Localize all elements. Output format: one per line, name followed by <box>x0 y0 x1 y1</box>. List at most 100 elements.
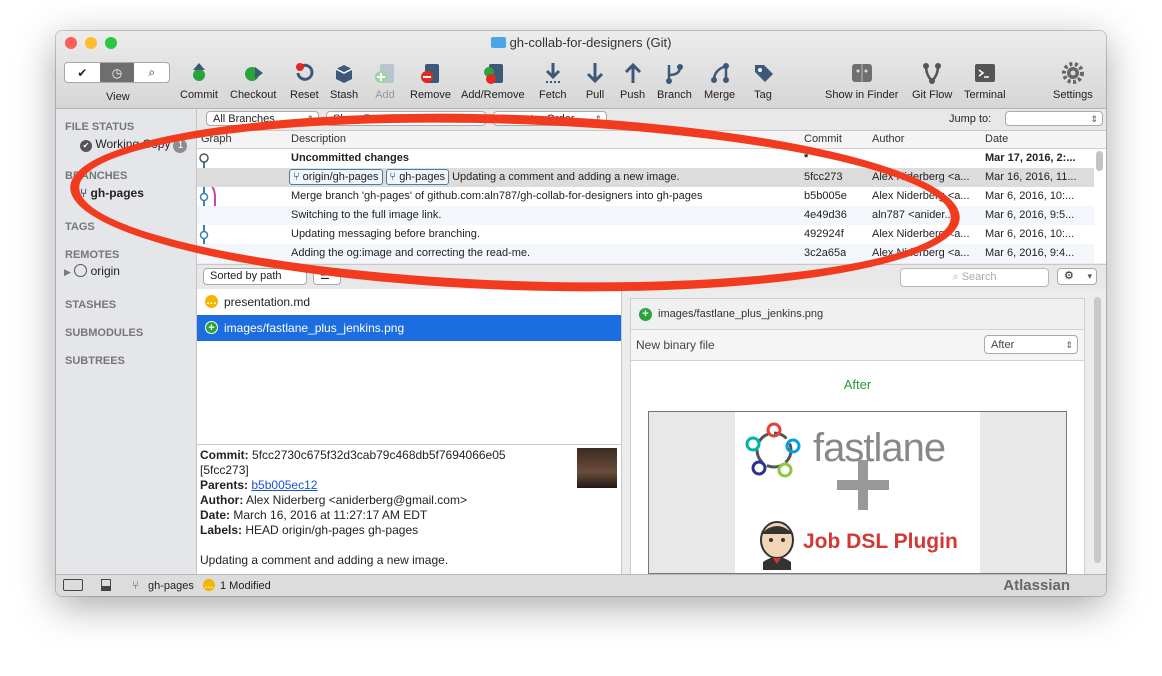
globe-icon <box>74 264 88 277</box>
actions-menu-button[interactable]: ⚙ ▾ <box>1057 268 1097 285</box>
updown-chevron-icon: ⇕ <box>306 114 314 124</box>
window-title: gh-collab-for-designers (Git) <box>56 35 1106 50</box>
author-column-header[interactable]: Author <box>872 133 904 145</box>
date-column-header[interactable]: Date <box>985 133 1008 145</box>
sidebar-heading-stashes: STASHES <box>65 299 117 311</box>
fetch-button[interactable]: Fetch <box>539 59 567 101</box>
add-remove-button[interactable]: Add/Remove <box>461 59 525 101</box>
commit-author: Alex Niderberg <a... <box>872 171 970 183</box>
description-column-header[interactable]: Description <box>291 133 346 145</box>
commit-label: Commit: <box>200 448 249 462</box>
sort-dropdown[interactable]: Sorted by path <box>203 268 307 285</box>
commit-button[interactable]: Commit <box>180 59 218 101</box>
branch-tag-origin-gh-pages: ⑂ origin/gh-pages <box>289 169 383 185</box>
file-list-toolbar: Sorted by path ☰ ⌕ Search ⚙ ▾ <box>197 264 1106 290</box>
file-status-view-icon[interactable]: ✔ <box>65 63 100 82</box>
commit-date: Mar 6, 2016, 10:... <box>985 228 1075 240</box>
disclosure-triangle-icon[interactable]: ▶ <box>64 267 71 277</box>
tag-button[interactable]: Tag <box>752 59 774 101</box>
commit-description: Switching to the full image link. <box>291 209 442 221</box>
push-label: Push <box>620 89 646 101</box>
stash-icon <box>335 65 353 83</box>
sourcetree-window: gh-collab-for-designers (Git) ✔ ◷ ⌕ View… <box>56 31 1106 596</box>
pull-button[interactable]: Pull <box>584 59 606 101</box>
commit-row[interactable]: Adding the og:image and correcting the r… <box>197 244 1094 263</box>
branch-button[interactable]: Branch <box>657 59 692 101</box>
commit-date: Mar 6, 2016, 9:5... <box>985 209 1075 221</box>
gh-pages-label: gh-pages <box>90 186 144 200</box>
commit-row[interactable]: Updating messaging before branching. 492… <box>197 225 1094 244</box>
date-label: Date: <box>200 508 231 522</box>
panel-toggle-icon[interactable] <box>101 579 111 591</box>
add-remove-icon <box>483 64 503 84</box>
parent-commit-link[interactable]: b5b005ec12 <box>251 478 317 492</box>
branch-label: Branch <box>657 89 692 101</box>
updown-chevron-icon: ⇕ <box>1090 114 1098 124</box>
add-icon <box>375 64 394 83</box>
tag-label: origin/gh-pages <box>302 171 379 183</box>
fetch-icon <box>545 63 560 83</box>
branch-icon: ⑂ <box>389 171 397 183</box>
checkout-button[interactable]: Checkout <box>230 59 276 101</box>
status-bar: ⑂ gh-pages … 1 Modified Atlassian <box>56 574 1106 596</box>
commit-hash: 5fcc273 <box>804 171 843 183</box>
sidebar-heading-tags: TAGS <box>65 221 95 233</box>
history-view-icon[interactable]: ◷ <box>99 63 135 82</box>
diff-scrollbar[interactable] <box>1094 297 1101 563</box>
commit-row-selected[interactable]: ⑂ origin/gh-pages ⑂ gh-pages Updating a co… <box>197 168 1094 187</box>
diff-after-heading: After <box>843 377 872 392</box>
sidebar-item-gh-pages[interactable]: ⑂ gh-pages <box>80 186 144 200</box>
sidebar-item-working-copy[interactable]: ✔ Working Copy 1 <box>80 137 188 153</box>
file-name: presentation.md <box>224 295 311 309</box>
commit-details: Commit: 5fcc2730c675f32d3cab79c468db5f76… <box>197 444 622 575</box>
commit-row[interactable]: Uncommitted changes * Mar 17, 2016, 2:..… <box>197 149 1094 168</box>
branch-icon: ⑂ <box>80 186 88 200</box>
file-row-selected[interactable]: + images/fastlane_plus_jenkins.png <box>197 315 621 341</box>
stash-button[interactable]: Stash <box>330 59 358 101</box>
modified-icon: … <box>205 295 218 308</box>
avatar <box>577 448 617 488</box>
diff-card: + images/fastlane_plus_jenkins.png New b… <box>630 298 1085 580</box>
commit-date: Mar 17, 2016, 2:... <box>985 152 1076 164</box>
merge-button[interactable]: Merge <box>704 59 735 101</box>
search-input[interactable]: ⌕ Search <box>900 268 1049 287</box>
reset-button[interactable]: Reset <box>290 59 319 101</box>
git-flow-label: Git Flow <box>912 89 953 101</box>
graph-column-header[interactable]: Graph <box>201 133 232 145</box>
filter-bar: All Branches ⇕ Show Remote Branches ⇕ Ance… <box>197 109 1106 131</box>
add-button[interactable]: Add <box>374 59 396 101</box>
commit-author: Alex Niderberg <a... <box>872 228 970 240</box>
list-view-toggle[interactable]: ☰ <box>313 268 341 285</box>
commit-row[interactable]: Switching to the full image link. 4e49d3… <box>197 206 1094 225</box>
remove-button[interactable]: Remove <box>410 59 451 101</box>
job-dsl-plugin-wordmark: Job DSL Plugin <box>803 530 958 553</box>
jump-to-dropdown[interactable]: ⇕ <box>1005 111 1103 126</box>
terminal-button[interactable]: Terminal <box>964 59 1006 101</box>
push-button[interactable]: Push <box>620 59 645 101</box>
sidebar-item-origin[interactable]: ▶ origin <box>64 264 120 278</box>
view-segmented-control[interactable]: ✔ ◷ ⌕ <box>64 62 170 83</box>
order-dropdown-value: Ancestor Order <box>500 113 575 125</box>
commit-column-header[interactable]: Commit <box>804 133 842 145</box>
jump-to-label: Jump to: <box>949 113 992 125</box>
commit-author: Alex Niderberg <a... <box>872 190 970 202</box>
git-flow-button[interactable]: Git Flow <box>912 59 952 101</box>
search-view-icon[interactable]: ⌕ <box>134 63 169 82</box>
pull-icon <box>586 63 604 84</box>
atlassian-logo: Atlassian <box>1003 577 1070 594</box>
show-in-finder-button[interactable]: Show in Finder <box>825 59 898 101</box>
pull-label: Pull <box>585 89 605 101</box>
commit-row[interactable]: Merge branch 'gh-pages' of github.com:al… <box>197 187 1094 206</box>
remote-branches-dropdown[interactable]: Show Remote Branches ⇕ <box>326 111 486 126</box>
settings-button[interactable]: Settings <box>1053 59 1093 101</box>
git-flow-icon <box>923 63 942 84</box>
diff-image-preview: fastlane Job DSL Plugin <box>648 411 1067 574</box>
sidebar-toggle-icon[interactable] <box>63 579 83 591</box>
window-title-text: gh-collab-for-designers (Git) <box>509 35 672 50</box>
branches-dropdown[interactable]: All Branches ⇕ <box>206 111 319 126</box>
commit-list-scrollbar[interactable] <box>1096 151 1103 171</box>
diff-mode-dropdown[interactable]: After ⇕ <box>984 335 1078 354</box>
commit-list: Graph Description Commit Author Date Unc… <box>197 131 1106 263</box>
order-dropdown[interactable]: Ancestor Order ⇕ <box>493 111 607 126</box>
file-row[interactable]: … presentation.md <box>197 289 621 315</box>
